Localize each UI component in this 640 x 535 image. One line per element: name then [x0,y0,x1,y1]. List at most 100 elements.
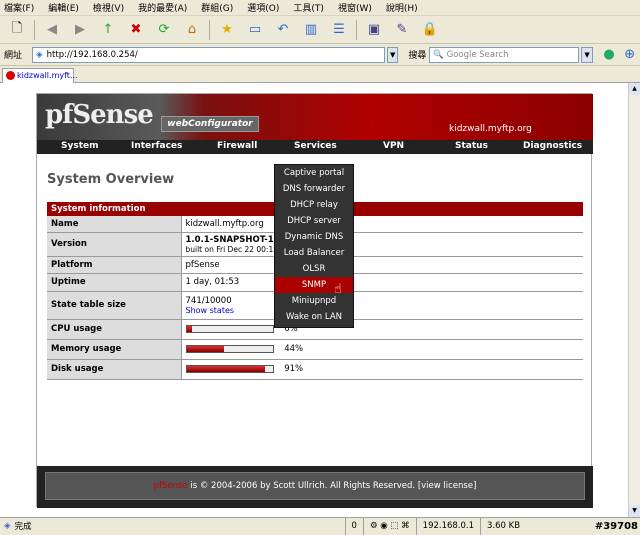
menu-item-dynamic-dns[interactable]: Dynamic DNS [275,229,353,245]
page-viewport: pfSense webConfigurator kidzwall.myftp.o… [0,83,628,517]
browser-toolbar: 🗋 ◀ ▶ ↑ ✖ ⟳ ⌂ ★ ▭ ↶ ▥ ☰ ▣ ✎ 🔒 [0,16,640,44]
search-label: 搜尋 [408,51,427,61]
row-label: Name [47,216,182,233]
address-dropdown-icon[interactable]: ▼ [387,46,399,63]
menu-groups[interactable]: 群組(G) [201,1,233,14]
refresh-icon[interactable]: ⟳ [153,19,175,41]
favicon-icon [6,71,15,80]
address-input[interactable]: ◈ http://192.168.0.254/ [32,46,386,63]
pen-icon[interactable]: ✎ [391,19,413,41]
lock-icon[interactable]: 🔒 [419,19,441,41]
status-size: 3.60 KB [480,517,526,535]
menu-item-olsr[interactable]: OLSR [275,261,353,277]
media-icon[interactable]: ▣ [363,19,385,41]
page-icon: ◈ [36,49,43,60]
cpu-usage-bar [185,324,274,333]
scroll-down-icon[interactable]: ▼ [629,505,640,517]
toolbar-divider [209,19,210,40]
logo-text: pfSense [45,100,154,130]
favorites-star-icon[interactable]: ★ [216,19,238,41]
pfsense-frame: pfSense webConfigurator kidzwall.myftp.o… [36,93,593,508]
menu-view[interactable]: 檢視(V) [93,1,124,14]
disk-usage-bar [185,364,274,373]
nav-vpn[interactable]: VPN [383,141,404,151]
menu-item-dns-forwarder[interactable]: DNS forwarder [275,181,353,197]
show-states-link[interactable]: Show states [186,306,580,315]
menu-favorites[interactable]: 我的最愛(A) [138,1,187,14]
banner: pfSense webConfigurator kidzwall.myftp.o… [37,94,593,140]
home-icon[interactable]: ⌂ [181,19,203,41]
services-dropdown: Captive portal DNS forwarder DHCP relay … [274,164,354,328]
menu-item-dhcp-server[interactable]: DHCP server [275,213,353,229]
stop-icon[interactable]: ✖ [125,19,147,41]
status-bar: ◈ 完成 0 ⚙ ◉ ⬚ ⌘ 192.168.0.1 3.60 KB [0,517,640,535]
columns-icon[interactable]: ▥ [300,19,322,41]
nav-services[interactable]: Services [294,141,337,151]
footer-copyright: pfSense is © 2004-2006 by Scott Ullrich.… [45,472,585,500]
menu-item-load-balancer[interactable]: Load Balancer [275,245,353,261]
tab-strip: kidzwall.myft... [0,66,640,83]
disk-cell: 91% [181,359,583,380]
tab-kidzwall[interactable]: kidzwall.myft... [2,68,78,83]
table-row: Disk usage 91% [47,359,583,380]
menu-window[interactable]: 視窗(W) [338,1,372,14]
pfsense-logo: pfSense [45,100,154,130]
footer-brand[interactable]: pfSense [154,481,188,491]
banner-hostname: kidzwall.myftp.org [449,124,532,134]
row-label: Memory usage [47,339,182,360]
memory-usage-value: 44% [284,344,304,354]
scroll-up-icon[interactable]: ▲ [629,83,640,95]
row-label: Uptime [47,273,182,292]
status-text: 完成 [14,522,32,532]
footer: pfSense is © 2004-2006 by Scott Ullrich.… [37,466,593,508]
row-label: State table size [47,291,182,320]
main-nav: System Interfaces Firewall Services VPN … [37,140,593,154]
up-icon[interactable]: ↑ [97,19,119,41]
page-title: System Overview [47,172,175,187]
row-label: Platform [47,256,182,274]
undo-icon[interactable]: ↶ [272,19,294,41]
zoom-icon[interactable]: ⊕ [619,44,640,66]
webconfigurator-badge: webConfigurator [161,116,259,132]
menu-bar: 檔案(F) 編輯(E) 檢視(V) 我的最愛(A) 群組(G) 選項(O) 工具… [0,0,640,16]
menu-help[interactable]: 說明(H) [386,1,418,14]
back-icon[interactable]: ◀ [41,19,63,41]
nav-diagnostics[interactable]: Diagnostics [523,141,582,151]
nav-firewall[interactable]: Firewall [217,141,257,151]
address-bar: 網址 ◈ http://192.168.0.254/ ▼ 搜尋 🔍 Google… [0,44,640,66]
menu-item-dhcp-relay[interactable]: DHCP relay [275,197,353,213]
forward-icon[interactable]: ▶ [69,19,91,41]
row-label: Disk usage [47,359,182,380]
status-icons: ⚙ ◉ ⬚ ⌘ [362,517,416,535]
nav-system[interactable]: System [61,141,99,151]
state-cell: 741/10000 Show states [181,291,583,320]
nav-interfaces[interactable]: Interfaces [131,141,182,151]
menu-item-wake-on-lan[interactable]: Wake on LAN [275,309,353,325]
list-icon[interactable]: ☰ [328,19,350,41]
footer-text: is © 2004-2006 by Scott Ullrich. All Rig… [187,481,477,491]
search-placeholder[interactable]: Google Search [447,50,509,60]
watermark: #39708 [594,521,638,532]
status-page-icon: ◈ [4,521,11,531]
cpu-cell: 6% [181,319,583,340]
menu-tools[interactable]: 工具(T) [293,1,324,14]
menu-file[interactable]: 檔案(F) [4,1,34,14]
toolbar-divider [356,19,357,40]
new-page-icon[interactable]: 🗋 [6,19,28,41]
table-row: Memory usage 44% [47,339,583,360]
address-value[interactable]: http://192.168.0.254/ [47,50,138,60]
window-icon[interactable]: ▭ [244,19,266,41]
menu-item-captive-portal[interactable]: Captive portal [275,165,353,181]
nav-status[interactable]: Status [455,141,488,151]
row-label: Version [47,232,182,257]
menu-options[interactable]: 選項(O) [247,1,279,14]
tab-title[interactable]: kidzwall.myft... [17,71,78,80]
search-dropdown-icon[interactable]: ▼ [581,46,593,63]
state-value: 741/10000 [185,295,232,306]
status-count: 0 [344,517,363,535]
search-input[interactable]: 🔍 Google Search [429,46,580,63]
menu-edit[interactable]: 編輯(E) [48,1,79,14]
go-icon[interactable]: ● [599,44,620,66]
vertical-scrollbar[interactable]: ▲ ▼ [628,83,640,517]
toolbar-divider [34,19,35,40]
